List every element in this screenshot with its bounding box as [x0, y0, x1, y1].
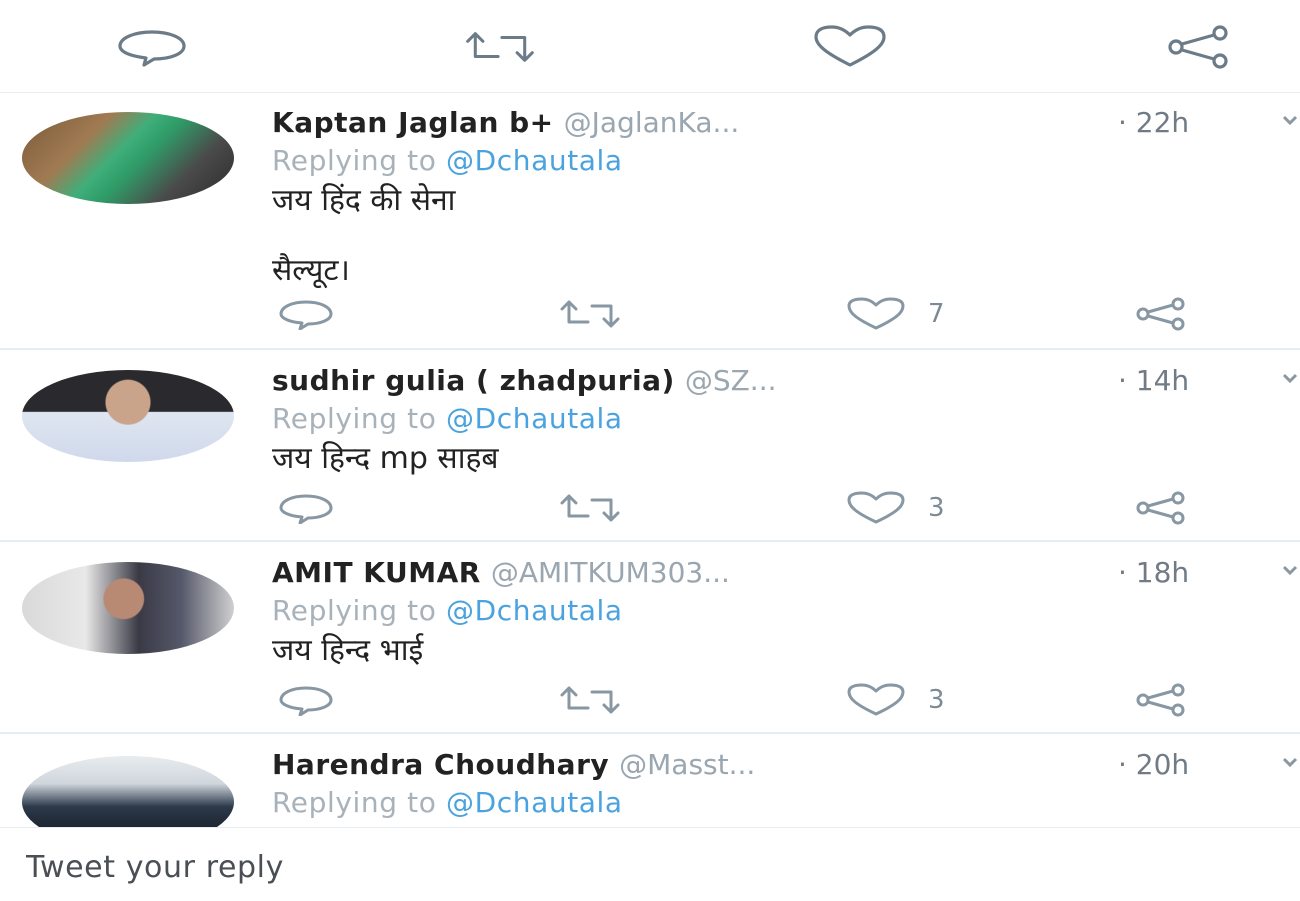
- replying-prefix: Replying to: [272, 786, 437, 819]
- user-handle[interactable]: @AMITKUM303...: [491, 556, 730, 589]
- reply-tweet[interactable]: sudhir gulia ( zhadpuria) @SZ... · 14h Re…: [0, 350, 1300, 542]
- share-icon[interactable]: [1162, 24, 1238, 70]
- like-count: 3: [928, 493, 945, 523]
- mention-link[interactable]: @Dchautala: [446, 402, 623, 435]
- tweet-reply-input[interactable]: [24, 844, 1278, 890]
- replying-to: Replying to @Dchautala: [272, 402, 623, 435]
- reply-icon[interactable]: [276, 488, 336, 528]
- retweet-icon[interactable]: [558, 680, 622, 720]
- tweet-actions: 3: [272, 488, 1212, 528]
- like-button[interactable]: 3: [846, 488, 945, 528]
- chevron-down-icon[interactable]: [1282, 370, 1298, 386]
- retweet-icon[interactable]: [558, 294, 622, 334]
- tweet-actions: 3: [272, 680, 1212, 720]
- replying-to: Replying to @Dchautala: [272, 144, 623, 177]
- tweet-time: · 22h: [1118, 106, 1190, 139]
- avatar[interactable]: [22, 756, 234, 827]
- chevron-down-icon[interactable]: [1282, 562, 1298, 578]
- retweet-icon[interactable]: [462, 24, 538, 70]
- share-icon[interactable]: [1132, 680, 1192, 720]
- like-count: 3: [928, 685, 945, 715]
- like-icon[interactable]: [812, 24, 888, 70]
- share-icon[interactable]: [1132, 294, 1192, 334]
- tweet-text: सैल्यूट।: [272, 253, 350, 288]
- reply-icon[interactable]: [276, 680, 336, 720]
- replying-to: Replying to @Dchautala: [272, 594, 623, 627]
- reply-tweet[interactable]: Harendra Choudhary @Masst... · 20h Replyi…: [0, 734, 1300, 827]
- tweet-time: · 14h: [1118, 364, 1190, 397]
- reply-tweet[interactable]: AMIT KUMAR @AMITKUM303... · 18h Replying …: [0, 542, 1300, 734]
- tweet-text: जय हिन्द भाई: [272, 633, 424, 668]
- replying-prefix: Replying to: [272, 402, 437, 435]
- user-handle[interactable]: @Masst...: [619, 748, 755, 781]
- like-button[interactable]: 7: [846, 294, 945, 334]
- mention-link[interactable]: @Dchautala: [446, 786, 623, 819]
- avatar[interactable]: [22, 562, 234, 654]
- mention-link[interactable]: @Dchautala: [446, 594, 623, 627]
- user-name[interactable]: AMIT KUMAR: [272, 556, 481, 589]
- tweet-time: · 20h: [1118, 748, 1190, 781]
- reply-composer: [0, 827, 1300, 901]
- user-name[interactable]: Harendra Choudhary: [272, 748, 609, 781]
- user-handle[interactable]: @JaglanKa...: [564, 106, 740, 139]
- replying-prefix: Replying to: [272, 144, 437, 177]
- tweet-action-bar: [0, 0, 1300, 93]
- tweet-text: जय हिन्द mp साहब: [272, 441, 499, 476]
- retweet-icon[interactable]: [558, 488, 622, 528]
- tweet-text: जय हिंद की सेना: [272, 183, 456, 218]
- avatar[interactable]: [22, 370, 234, 462]
- chevron-down-icon[interactable]: [1282, 112, 1298, 128]
- reply-tweet[interactable]: Kaptan Jaglan b+ @JaglanKa... · 22h Reply…: [0, 92, 1300, 350]
- reply-icon[interactable]: [276, 294, 336, 334]
- tweet-time: · 18h: [1118, 556, 1190, 589]
- mention-link[interactable]: @Dchautala: [446, 144, 623, 177]
- like-button[interactable]: 3: [846, 680, 945, 720]
- replying-prefix: Replying to: [272, 594, 437, 627]
- replies-feed: Kaptan Jaglan b+ @JaglanKa... · 22h Reply…: [0, 92, 1300, 827]
- tweet-actions: 7: [272, 294, 1212, 334]
- user-name[interactable]: Kaptan Jaglan b+: [272, 106, 554, 139]
- user-handle[interactable]: @SZ...: [685, 364, 777, 397]
- avatar[interactable]: [22, 112, 234, 204]
- like-count: 7: [928, 299, 945, 329]
- share-icon[interactable]: [1132, 488, 1192, 528]
- replying-to: Replying to @Dchautala: [272, 786, 623, 819]
- chevron-down-icon[interactable]: [1282, 754, 1298, 770]
- reply-icon[interactable]: [114, 24, 190, 70]
- user-name[interactable]: sudhir gulia ( zhadpuria): [272, 364, 675, 397]
